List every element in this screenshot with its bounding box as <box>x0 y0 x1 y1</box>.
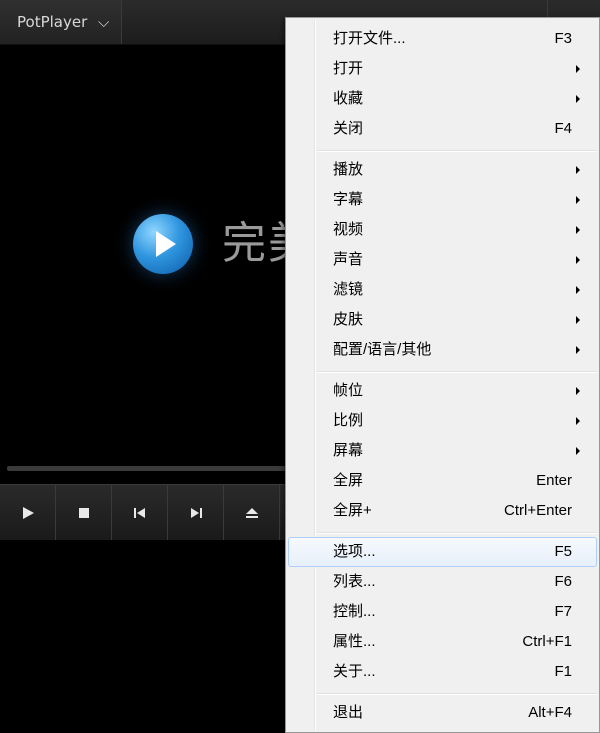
menu-item-video[interactable]: 视频 <box>288 215 597 245</box>
menu-item-open[interactable]: 打开 <box>288 54 597 84</box>
menu-item-filters[interactable]: 滤镜 <box>288 275 597 305</box>
menu-item-playlist[interactable]: 列表... F6 <box>288 567 597 597</box>
stop-icon <box>78 507 89 518</box>
submenu-arrow-icon <box>576 286 580 294</box>
menu-item-options[interactable]: 选项... F5 <box>288 537 597 567</box>
next-button[interactable] <box>168 485 224 540</box>
potplayer-logo-icon <box>133 214 193 274</box>
menu-item-about[interactable]: 关于... F1 <box>288 657 597 687</box>
menu-item-aspect-ratio[interactable]: 比例 <box>288 406 597 436</box>
submenu-arrow-icon <box>576 65 580 73</box>
menu-item-frame[interactable]: 帧位 <box>288 376 597 406</box>
submenu-arrow-icon <box>576 316 580 324</box>
submenu-arrow-icon <box>576 387 580 395</box>
submenu-arrow-icon <box>576 346 580 354</box>
app-menu-label: PotPlayer <box>17 13 88 31</box>
menu-item-config-language-other[interactable]: 配置/语言/其他 <box>288 335 597 365</box>
menu-item-open-file[interactable]: 打开文件... F3 <box>288 24 597 54</box>
stop-button[interactable] <box>56 485 112 540</box>
menu-item-close[interactable]: 关闭 F4 <box>288 114 597 144</box>
menu-item-properties[interactable]: 属性... Ctrl+F1 <box>288 627 597 657</box>
context-menu: 打开文件... F3 打开 收藏 关闭 F4 播放 字幕 视频 声音 滤镜 皮肤… <box>285 17 600 733</box>
previous-icon <box>133 507 145 518</box>
eject-icon <box>245 507 258 518</box>
eject-button[interactable] <box>224 485 280 540</box>
menu-item-subtitles[interactable]: 字幕 <box>288 185 597 215</box>
submenu-arrow-icon <box>576 256 580 264</box>
submenu-arrow-icon <box>576 166 580 174</box>
menu-item-fullscreen-plus[interactable]: 全屏+ Ctrl+Enter <box>288 496 597 526</box>
menu-item-screen[interactable]: 屏幕 <box>288 436 597 466</box>
menu-separator <box>317 693 597 695</box>
submenu-arrow-icon <box>576 196 580 204</box>
submenu-arrow-icon <box>576 95 580 103</box>
menu-separator <box>317 150 597 152</box>
menu-item-favorites[interactable]: 收藏 <box>288 84 597 114</box>
next-icon <box>190 507 202 518</box>
menu-item-exit[interactable]: 退出 Alt+F4 <box>288 698 597 728</box>
menu-separator <box>317 371 597 373</box>
app-menu-button[interactable]: PotPlayer ⌵ <box>0 0 122 44</box>
menu-item-skins[interactable]: 皮肤 <box>288 305 597 335</box>
menu-item-audio[interactable]: 声音 <box>288 245 597 275</box>
submenu-arrow-icon <box>576 447 580 455</box>
menu-item-control[interactable]: 控制... F7 <box>288 597 597 627</box>
submenu-arrow-icon <box>576 417 580 425</box>
submenu-arrow-icon <box>576 226 580 234</box>
previous-button[interactable] <box>112 485 168 540</box>
play-button[interactable] <box>0 485 56 540</box>
chevron-down-icon: ⌵ <box>98 13 110 31</box>
menu-separator <box>317 532 597 534</box>
play-icon <box>22 506 34 519</box>
menu-item-playback[interactable]: 播放 <box>288 155 597 185</box>
menu-item-fullscreen[interactable]: 全屏 Enter <box>288 466 597 496</box>
